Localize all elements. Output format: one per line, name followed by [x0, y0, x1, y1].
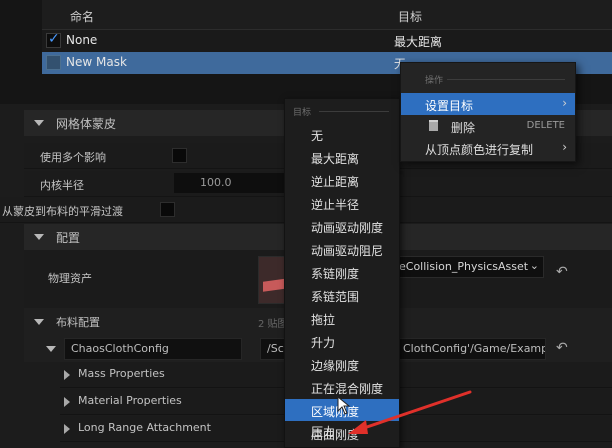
annotation-arrow-head [348, 420, 368, 434]
menu-item-label: 设置目标 [425, 99, 474, 113]
mask-target: 最大距离 [394, 35, 443, 49]
target-option[interactable]: 逆止半径 [285, 192, 399, 214]
chevron-right-icon: › [562, 96, 567, 110]
divider [447, 79, 565, 80]
section-title: 布料配置 [56, 316, 100, 329]
menu-item-copy-from-vertex-color[interactable]: 从顶点颜色进行复制 › [401, 137, 575, 159]
menu-item-label: 从顶点颜色进行复制 [425, 143, 534, 157]
divider [319, 111, 389, 112]
target-option[interactable]: 动画驱动阻尼 [285, 238, 399, 260]
chevron-right-icon: › [562, 140, 567, 154]
section-title: 网格体蒙皮 [56, 117, 117, 131]
target-option[interactable]: 无 [285, 123, 399, 145]
target-option-clip [285, 445, 399, 447]
physics-asset-combo[interactable]: eCollision_PhysicsAsset ⌄ [396, 256, 544, 278]
prop-label: 从蒙皮到布料的平滑过渡 [2, 205, 123, 218]
column-header-target[interactable]: 目标 [398, 8, 422, 25]
mask-name: New Mask [66, 55, 127, 69]
mask-enabled-checkbox[interactable] [46, 55, 61, 70]
menu-item-delete[interactable]: 删除 DELETE [401, 115, 575, 137]
mask-row-none[interactable]: ✓ None 最大距离 [42, 30, 612, 52]
prop-label: 物理资产 [48, 272, 92, 285]
physics-asset-value: eCollision_PhysicsAsset [399, 260, 529, 273]
cloth-config-key[interactable]: ChaosClothConfig [64, 338, 242, 360]
dropdown-header: 目标 [293, 108, 312, 118]
smooth-transition-checkbox[interactable] [160, 202, 175, 217]
sub-section-title: Long Range Attachment [78, 421, 211, 434]
collapse-arrow-icon [34, 120, 44, 126]
target-option[interactable]: 边缘刚度 [285, 353, 399, 375]
target-option[interactable]: 逆止距离 [285, 169, 399, 191]
reset-arrow-icon[interactable]: ↶ [556, 340, 568, 356]
use-multiple-influences-checkbox[interactable] [172, 148, 187, 163]
expand-arrow-icon [64, 424, 70, 434]
menu-item-label: 删除 [451, 121, 476, 135]
target-option[interactable]: 动画驱动刚度 [285, 215, 399, 237]
mask-table-header: 命名 目标 [42, 0, 612, 30]
menu-item-set-target[interactable]: 设置目标 › [401, 93, 575, 115]
collapse-arrow-icon[interactable] [46, 346, 56, 352]
context-menu: 操作 设置目标 › 删除 DELETE 从顶点颜色进行复制 › [400, 62, 576, 162]
check-icon: ✓ [48, 31, 60, 47]
sub-section-title: Material Properties [78, 394, 182, 407]
annotation-arrow-line [356, 390, 472, 432]
target-option[interactable]: 系链范围 [285, 284, 399, 306]
collapse-arrow-icon [34, 234, 44, 240]
section-title: 配置 [56, 231, 81, 245]
annotation-arrow [348, 390, 472, 434]
mask-name: None [66, 33, 98, 47]
chevron-down-icon: ⌄ [529, 259, 539, 272]
collapse-arrow-icon [34, 319, 44, 325]
target-option[interactable]: 拖拉 [285, 307, 399, 329]
target-option[interactable]: 最大距离 [285, 146, 399, 168]
sub-section-title: Mass Properties [78, 367, 165, 380]
mask-enabled-checkbox[interactable]: ✓ [46, 31, 61, 48]
column-header-name[interactable]: 命名 [70, 8, 94, 25]
expand-arrow-icon [64, 370, 70, 380]
expand-arrow-icon [64, 397, 70, 407]
reset-arrow-icon[interactable]: ↶ [556, 264, 568, 280]
context-menu-header: 操作 [425, 76, 444, 86]
shortcut-label: DELETE [526, 120, 565, 131]
prop-label: 使用多个影响 [40, 151, 106, 164]
target-option[interactable]: 系链刚度 [285, 261, 399, 283]
target-option[interactable]: 升力 [285, 330, 399, 352]
prop-label: 内核半径 [40, 179, 84, 192]
cloth-config-path[interactable]: ClothConfig'/Game/Example [396, 338, 546, 360]
trash-icon [429, 120, 438, 131]
